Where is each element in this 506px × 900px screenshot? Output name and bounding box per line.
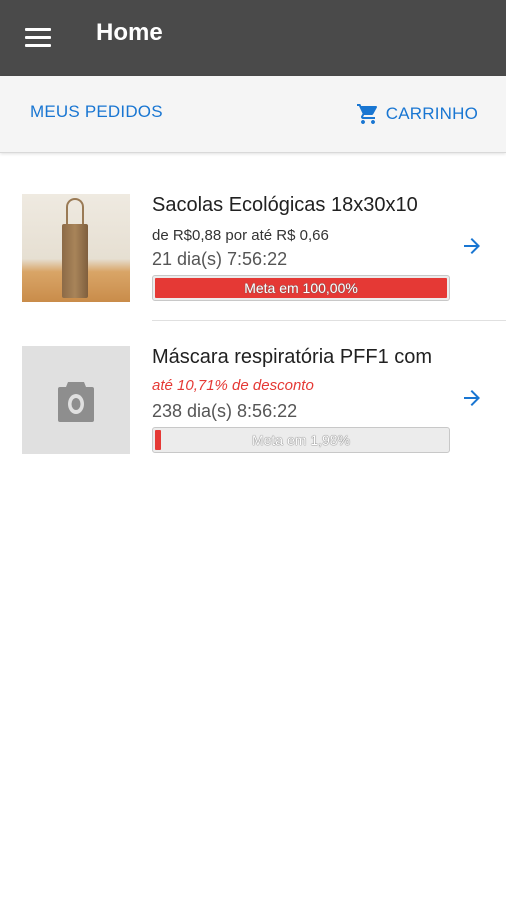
top-actions-bar: MEUS PEDIDOS CARRINHO <box>0 76 506 153</box>
goal-progress-bar: Meta em 1,98% <box>152 427 450 453</box>
cart-label: CARRINHO <box>385 104 478 123</box>
goal-progress-label: Meta em 100,00% <box>244 280 358 296</box>
my-orders-button[interactable]: MEUS PEDIDOS <box>30 102 163 122</box>
menu-icon[interactable] <box>22 26 54 50</box>
product-name: Sacolas Ecológicas 18x30x10 <box>152 194 418 216</box>
camera-icon <box>58 382 94 422</box>
arrow-right-icon[interactable] <box>460 234 484 258</box>
goal-progress-bar: Meta em 100,00% <box>152 275 450 301</box>
countdown-timer: 21 dia(s) 7:56:22 <box>152 249 288 269</box>
goal-progress-label: Meta em 1,98% <box>251 432 351 448</box>
app-bar: Home <box>0 0 506 76</box>
page-title: Home <box>96 19 163 46</box>
arrow-right-icon[interactable] <box>460 386 484 410</box>
cart-button[interactable]: CARRINHO <box>356 102 478 126</box>
divider <box>152 320 506 321</box>
product-name: Máscara respiratória PFF1 com <box>152 346 433 368</box>
shopping-cart-icon <box>356 104 377 124</box>
product-list-item[interactable]: Sacolas Ecológicas 18x30x10 de R$0,88 po… <box>0 170 506 320</box>
product-photo <box>22 194 130 302</box>
countdown-timer: 238 dia(s) 8:56:22 <box>152 401 298 421</box>
image-placeholder <box>22 346 130 454</box>
product-list-item[interactable]: Máscara respiratória PFF1 com até 10,71%… <box>0 322 506 472</box>
product-price: de R$0,88 por até R$ 0,66 <box>152 227 329 244</box>
discount-text: até 10,71% de desconto <box>152 377 314 394</box>
